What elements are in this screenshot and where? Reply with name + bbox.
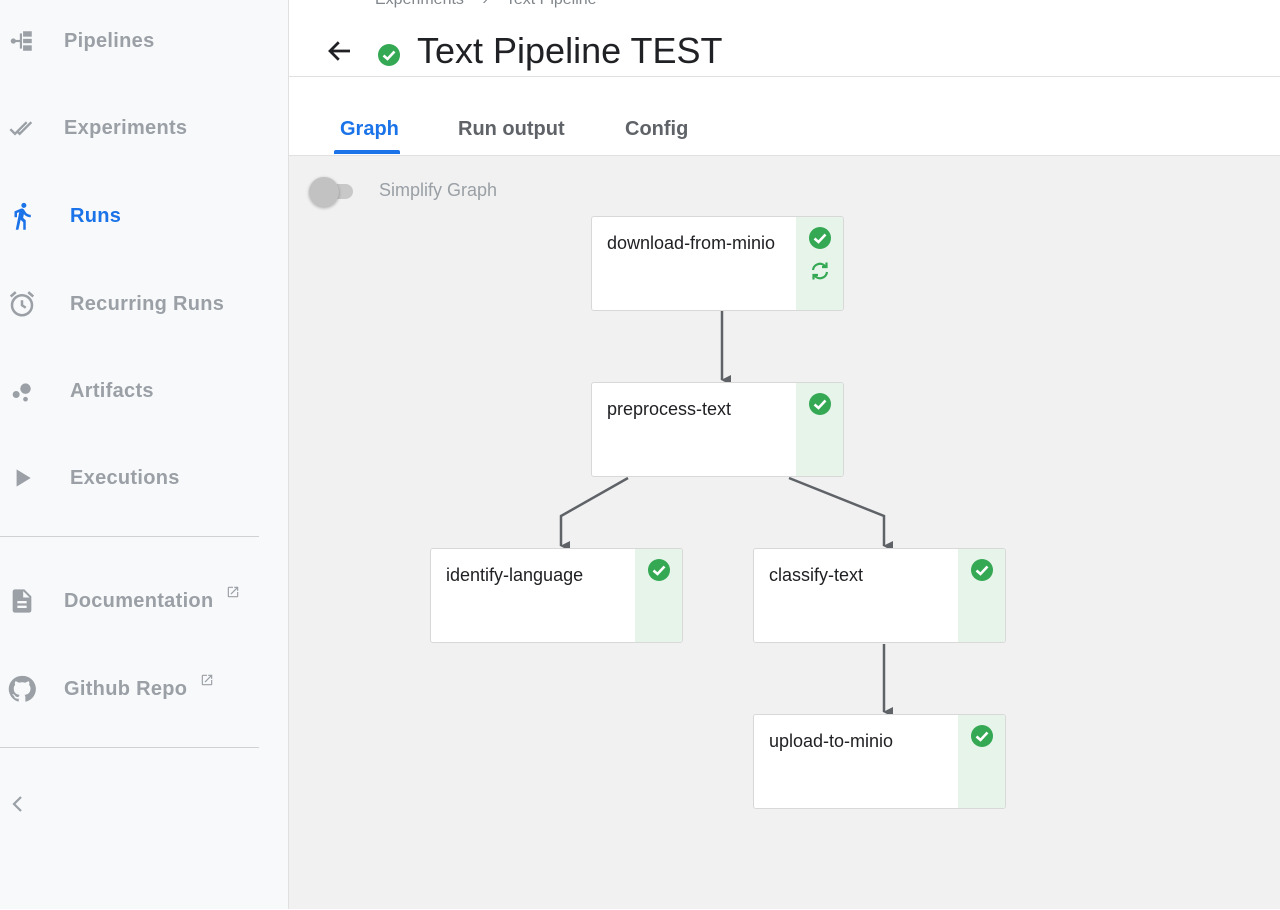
collapse-sidebar-icon[interactable] xyxy=(6,792,30,816)
breadcrumb-experiment[interactable]: Text Pipeline xyxy=(506,0,597,8)
document-icon xyxy=(4,583,40,619)
pipeline-graph: Simplify Graph download-from-minio prepr… xyxy=(289,155,1280,909)
main-content: Experiments › Text Pipeline Text Pipelin… xyxy=(289,0,1280,909)
edge-preprocess-classify xyxy=(788,476,893,551)
page-title: Text Pipeline TEST xyxy=(417,30,723,71)
graph-node-classify-text[interactable]: classify-text xyxy=(753,548,1006,643)
sidebar-item-label: Github Repo xyxy=(64,677,188,700)
sidebar-item-artifacts[interactable]: Artifacts xyxy=(0,361,289,421)
success-check-icon xyxy=(809,227,831,249)
node-status xyxy=(958,549,1005,642)
node-label: upload-to-minio xyxy=(769,731,894,751)
node-label: identify-language xyxy=(446,565,584,585)
sidebar-item-label: Experiments xyxy=(64,116,188,139)
success-check-icon xyxy=(971,725,993,747)
sidebar-item-executions[interactable]: Executions xyxy=(0,448,289,508)
cached-refresh-icon xyxy=(811,262,829,280)
tab-graph[interactable]: Graph xyxy=(340,118,399,141)
success-check-icon xyxy=(809,393,831,415)
sidebar-item-label: Artifacts xyxy=(70,379,154,402)
sidebar: Pipelines Experiments Runs Recurring Run… xyxy=(0,0,289,909)
external-link-icon xyxy=(201,674,213,686)
sidebar-item-label: Executions xyxy=(70,466,180,489)
experiments-icon xyxy=(4,110,40,146)
sidebar-item-pipelines[interactable]: Pipelines xyxy=(0,11,289,71)
alarm-icon xyxy=(4,286,40,322)
sidebar-item-experiments[interactable]: Experiments xyxy=(0,98,289,158)
node-status xyxy=(796,217,843,310)
sidebar-item-label: Pipelines xyxy=(64,29,155,52)
sidebar-item-label: Runs xyxy=(70,204,122,227)
success-check-icon xyxy=(648,559,670,581)
play-icon xyxy=(4,460,40,496)
sidebar-item-label: Documentation xyxy=(64,589,214,612)
graph-node-identify-language[interactable]: identify-language xyxy=(430,548,683,643)
tab-config[interactable]: Config xyxy=(625,118,688,141)
node-label: download-from-minio xyxy=(607,233,776,253)
node-label: classify-text xyxy=(769,565,864,585)
node-status xyxy=(796,383,843,476)
breadcrumb-experiments[interactable]: Experiments xyxy=(375,0,464,8)
github-icon xyxy=(4,671,40,707)
sidebar-item-recurring-runs[interactable]: Recurring Runs xyxy=(0,274,289,334)
graph-node-preprocess-text[interactable]: preprocess-text xyxy=(591,382,844,477)
graph-node-upload-to-minio[interactable]: upload-to-minio xyxy=(753,714,1006,809)
header-divider xyxy=(289,76,1280,77)
back-arrow-icon[interactable] xyxy=(325,36,355,66)
sidebar-item-label: Recurring Runs xyxy=(70,292,225,315)
breadcrumb-separator: › xyxy=(482,0,487,8)
sidebar-item-documentation[interactable]: Documentation xyxy=(0,571,289,631)
tab-run-output[interactable]: Run output xyxy=(458,118,565,141)
node-status xyxy=(635,549,682,642)
sidebar-item-runs[interactable]: Runs xyxy=(0,186,289,246)
active-tab-indicator xyxy=(334,150,400,154)
node-label: preprocess-text xyxy=(607,399,732,419)
sidebar-divider xyxy=(0,747,259,748)
runs-icon xyxy=(4,198,40,234)
success-check-icon xyxy=(971,559,993,581)
sidebar-divider xyxy=(0,536,259,537)
success-status-icon xyxy=(377,43,401,67)
edge-preprocess-identify xyxy=(559,476,629,551)
pipelines-icon xyxy=(4,23,40,59)
graph-node-download-from-minio[interactable]: download-from-minio xyxy=(591,216,844,311)
node-status xyxy=(958,715,1005,808)
sidebar-item-github-repo[interactable]: Github Repo xyxy=(0,659,289,719)
breadcrumb: Experiments › Text Pipeline xyxy=(375,0,611,9)
external-link-icon xyxy=(227,586,239,598)
artifacts-icon xyxy=(4,373,40,409)
